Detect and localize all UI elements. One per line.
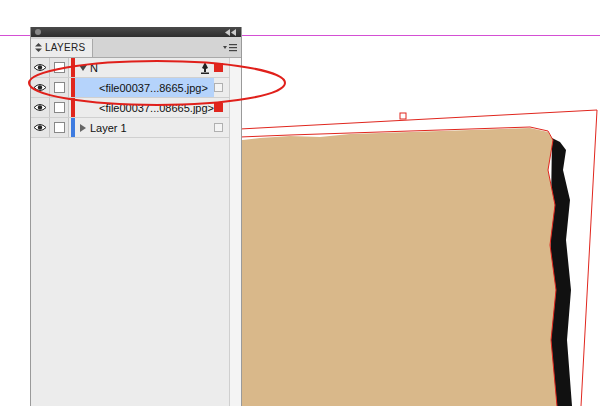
- pen-icon: [200, 62, 210, 74]
- layer-row[interactable]: <file00037...8665.jpg>: [31, 78, 229, 98]
- tab-label: LAYERS: [45, 42, 86, 53]
- eye-icon: [33, 83, 47, 92]
- scrollbar[interactable]: [229, 58, 241, 406]
- layer-name: N: [90, 62, 98, 74]
- close-icon[interactable]: [35, 29, 41, 35]
- layer-name: <file00037...08665.jpg>: [99, 102, 214, 114]
- layer-name-area: N: [75, 58, 196, 77]
- layer-name-area: Layer 1: [75, 118, 214, 137]
- disclosure-icon[interactable]: [79, 64, 87, 72]
- layer-row[interactable]: <file00037...08665.jpg>: [31, 98, 229, 118]
- lock-box: [54, 102, 65, 113]
- eye-icon: [33, 103, 47, 112]
- visibility-toggle[interactable]: [31, 58, 50, 77]
- layer-color: [71, 118, 75, 137]
- layers-list: N<file00037...8665.jpg> <file00037...0866…: [31, 58, 241, 406]
- visibility-toggle[interactable]: [31, 98, 50, 117]
- updown-icon: [35, 43, 42, 52]
- annotation: [0, 0, 600, 406]
- disclosure-icon[interactable]: [79, 124, 87, 132]
- frame-right-edge: [581, 110, 597, 406]
- lock-toggle[interactable]: [50, 118, 69, 137]
- lock-box: [54, 62, 65, 73]
- path-outline: [240, 127, 557, 406]
- layer-name-area: <file00037...08665.jpg>: [75, 98, 214, 117]
- highlight-ellipse: [29, 61, 285, 105]
- layer-color: [71, 98, 75, 117]
- panel-menu-icon[interactable]: [223, 43, 237, 52]
- indesign-window: LAYERS N<file00037...8665.jpg> <file00037.…: [0, 0, 600, 406]
- panel-titlebar[interactable]: [31, 27, 241, 37]
- torn-paper[interactable]: [225, 128, 557, 406]
- layer-name-area: <file00037...8665.jpg>: [75, 78, 214, 97]
- selection-marker[interactable]: [214, 123, 223, 132]
- lock-toggle[interactable]: [50, 78, 69, 97]
- lock-box: [54, 122, 65, 133]
- layer-row[interactable]: Layer 1: [31, 118, 229, 138]
- collapse-icon[interactable]: [225, 29, 237, 36]
- selection-marker[interactable]: [214, 63, 223, 72]
- selection-marker[interactable]: [214, 83, 223, 92]
- visibility-toggle[interactable]: [31, 118, 50, 137]
- layer-color: [71, 58, 75, 77]
- eye-icon: [33, 63, 47, 72]
- layers-panel: LAYERS N<file00037...8665.jpg> <file00037.…: [30, 27, 242, 406]
- lock-toggle[interactable]: [50, 98, 69, 117]
- panel-tabbar: LAYERS: [31, 37, 241, 58]
- eye-icon: [33, 123, 47, 132]
- lock-toggle[interactable]: [50, 58, 69, 77]
- frame-handle[interactable]: [400, 113, 406, 119]
- visibility-toggle[interactable]: [31, 78, 50, 97]
- frame-top-edge: [240, 110, 597, 129]
- selection-marker[interactable]: [214, 103, 223, 112]
- layer-row[interactable]: N: [31, 58, 229, 78]
- layer-name: Layer 1: [90, 122, 127, 134]
- lock-box: [54, 82, 65, 93]
- layer-name: <file00037...8665.jpg>: [99, 82, 208, 94]
- layers-tab[interactable]: LAYERS: [31, 39, 93, 57]
